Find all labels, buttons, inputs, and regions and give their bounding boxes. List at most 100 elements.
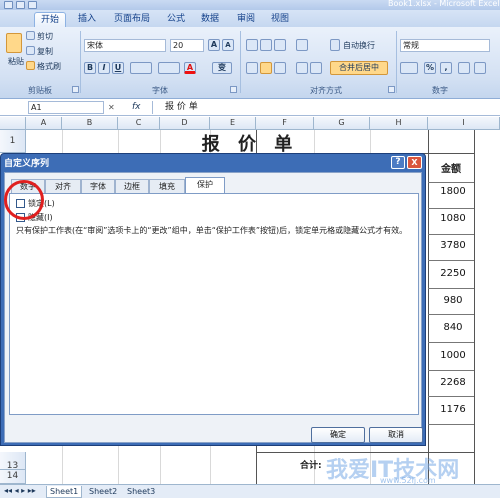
increase-indent-icon[interactable] bbox=[310, 62, 322, 74]
format-painter-button[interactable]: 格式刷 bbox=[37, 61, 61, 72]
row-header[interactable]: 14 bbox=[0, 470, 26, 484]
column-header[interactable]: A bbox=[26, 117, 62, 130]
column-header[interactable]: H bbox=[370, 117, 428, 130]
decrease-indent-icon[interactable] bbox=[296, 62, 308, 74]
title-bar: Book1.xlsx - Microsoft Excel bbox=[0, 0, 500, 10]
amount-cell[interactable]: 1000 bbox=[434, 350, 472, 361]
increase-decimal-icon[interactable] bbox=[458, 62, 470, 74]
ok-button[interactable]: 确定 bbox=[311, 427, 365, 443]
column-header[interactable]: I bbox=[428, 117, 500, 130]
formula-bar: A1 ✕ fx 报 价 单 bbox=[0, 100, 500, 116]
italic-button[interactable]: I bbox=[98, 62, 110, 74]
bold-button[interactable]: B bbox=[84, 62, 96, 74]
column-header[interactable]: D bbox=[160, 117, 210, 130]
formula-cancel-icon[interactable]: ✕ bbox=[108, 103, 115, 112]
alignment-dialog-launcher[interactable] bbox=[388, 86, 395, 93]
sheet-nav-arrows-icon[interactable]: ◂◂ ◂ ▸ ▸▸ bbox=[4, 486, 36, 495]
tab-protection[interactable]: 保护 bbox=[185, 177, 225, 194]
shrink-font-icon[interactable]: A bbox=[222, 39, 234, 51]
row-header[interactable]: 13 bbox=[0, 452, 26, 471]
amount-cell[interactable]: 1080 bbox=[434, 213, 472, 224]
clipboard-dialog-launcher[interactable] bbox=[72, 86, 79, 93]
dialog-body: 数字 对齐 字体 边框 填充 保护 锁定(L) 隐藏(I) 只有保护工作表(在“… bbox=[4, 172, 423, 443]
cancel-button[interactable]: 取消 bbox=[369, 427, 423, 443]
tab-fill[interactable]: 填充 bbox=[149, 179, 185, 193]
amount-cell[interactable]: 3780 bbox=[434, 240, 472, 251]
paste-button[interactable]: 粘贴 bbox=[8, 56, 24, 67]
tab-alignment[interactable]: 对齐 bbox=[45, 179, 81, 193]
tab-page-layout[interactable]: 页面布局 bbox=[108, 12, 156, 27]
sheet-tab[interactable]: Sheet1 bbox=[46, 486, 83, 498]
align-center-icon[interactable] bbox=[260, 62, 272, 74]
row-header[interactable]: 1 bbox=[0, 130, 26, 153]
column-header[interactable]: F bbox=[256, 117, 314, 130]
tab-border[interactable]: 边框 bbox=[115, 179, 149, 193]
amount-cell[interactable]: 2268 bbox=[434, 377, 472, 388]
align-bottom-icon[interactable] bbox=[274, 39, 286, 51]
copy-button[interactable]: 复制 bbox=[37, 46, 53, 57]
amount-cell[interactable]: 840 bbox=[434, 322, 472, 333]
font-dialog-launcher[interactable] bbox=[230, 86, 237, 93]
amount-cell[interactable]: 980 bbox=[434, 295, 472, 306]
amount-cell[interactable]: 1176 bbox=[434, 404, 472, 415]
align-middle-icon[interactable] bbox=[260, 39, 272, 51]
merge-center-button[interactable]: 合并后居中 bbox=[330, 61, 388, 75]
phonetic-icon[interactable]: 变 bbox=[212, 62, 232, 74]
amount-header-cell[interactable]: 金额 bbox=[428, 160, 474, 175]
decrease-decimal-icon[interactable] bbox=[474, 62, 486, 74]
close-button[interactable]: X bbox=[407, 156, 422, 169]
number-format-select[interactable]: 常规 bbox=[400, 39, 490, 52]
cut-button[interactable]: 剪切 bbox=[37, 31, 53, 42]
font-color-icon[interactable]: A bbox=[184, 62, 196, 74]
font-name-select[interactable]: 宋体 bbox=[84, 39, 166, 52]
align-right-icon[interactable] bbox=[274, 62, 286, 74]
select-all-corner[interactable] bbox=[0, 117, 26, 130]
font-size-select[interactable]: 20 bbox=[170, 39, 204, 52]
tab-home[interactable]: 开始 bbox=[34, 12, 66, 27]
column-header[interactable]: E bbox=[210, 117, 256, 130]
amount-cell[interactable]: 1800 bbox=[434, 186, 472, 197]
currency-icon[interactable] bbox=[400, 62, 418, 74]
tab-formulas[interactable]: 公式 bbox=[162, 12, 190, 27]
name-box[interactable]: A1 bbox=[28, 101, 104, 114]
percent-button[interactable]: % bbox=[424, 62, 436, 74]
column-header[interactable]: G bbox=[314, 117, 370, 130]
underline-button[interactable]: U bbox=[112, 62, 124, 74]
help-button[interactable]: ? bbox=[391, 156, 405, 169]
fx-icon[interactable]: fx bbox=[132, 102, 141, 112]
sheet-tab[interactable]: Sheet3 bbox=[124, 486, 158, 498]
formula-input[interactable]: 报 价 单 bbox=[152, 101, 500, 114]
fill-color-icon[interactable] bbox=[158, 62, 180, 74]
format-painter-icon[interactable] bbox=[26, 61, 35, 70]
tab-insert[interactable]: 插入 bbox=[72, 12, 102, 27]
tab-font[interactable]: 字体 bbox=[81, 179, 115, 193]
undo-icon[interactable] bbox=[16, 1, 25, 9]
paste-icon[interactable] bbox=[6, 33, 22, 53]
tab-data[interactable]: 数据 bbox=[196, 12, 224, 27]
total-label-cell[interactable]: 合计: bbox=[300, 458, 322, 471]
wrap-text-button[interactable]: 自动换行 bbox=[343, 40, 375, 51]
column-header[interactable]: B bbox=[62, 117, 118, 130]
amount-cell[interactable]: 2250 bbox=[434, 268, 472, 279]
align-top-icon[interactable] bbox=[246, 39, 258, 51]
dialog-title: 自定义序列 bbox=[4, 159, 50, 169]
copy-icon[interactable] bbox=[26, 46, 35, 55]
grow-font-icon[interactable]: A bbox=[208, 39, 220, 51]
sheet-tab[interactable]: Sheet2 bbox=[86, 486, 120, 498]
group-divider bbox=[80, 31, 81, 93]
cut-icon[interactable] bbox=[26, 31, 35, 40]
format-cells-dialog: 自定义序列 ? X 数字 对齐 字体 边框 填充 保护 锁定(L) 隐藏(I) … bbox=[0, 153, 426, 446]
align-left-icon[interactable] bbox=[246, 62, 258, 74]
orientation-icon[interactable] bbox=[296, 39, 308, 51]
number-group-label: 数字 bbox=[432, 86, 448, 95]
wrap-text-icon[interactable] bbox=[330, 39, 340, 51]
redo-icon[interactable] bbox=[28, 1, 37, 9]
protection-panel: 锁定(L) 隐藏(I) 只有保护工作表(在“审阅”选项卡上的“更改”组中，单击“… bbox=[9, 193, 419, 415]
comma-button[interactable]: , bbox=[440, 62, 452, 74]
save-icon[interactable] bbox=[4, 1, 13, 9]
tab-view[interactable]: 视图 bbox=[266, 12, 294, 27]
tab-review[interactable]: 审阅 bbox=[232, 12, 260, 27]
borders-icon[interactable] bbox=[130, 62, 152, 74]
protection-note: 只有保护工作表(在“审阅”选项卡上的“更改”组中，单击“保护工作表”按钮)后，锁… bbox=[16, 226, 408, 235]
column-header[interactable]: C bbox=[118, 117, 160, 130]
